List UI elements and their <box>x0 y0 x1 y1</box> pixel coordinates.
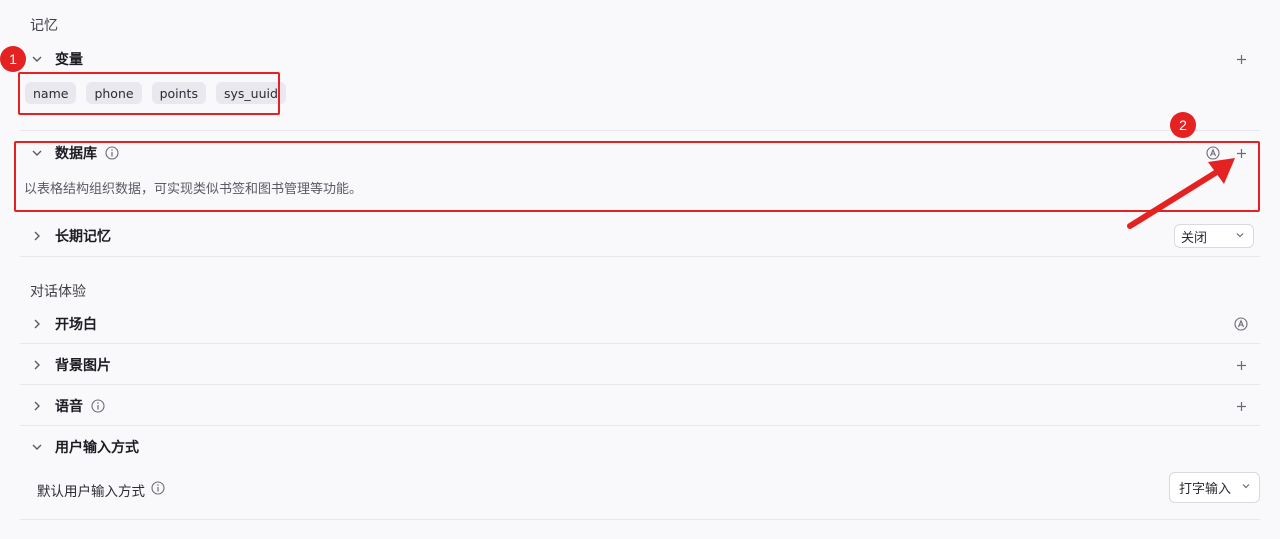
auto-icon[interactable] <box>1234 317 1248 331</box>
default-input-method-label: 默认用户输入方式 <box>37 484 145 500</box>
chevron-right-icon <box>29 357 45 373</box>
background-image-label: 背景图片 <box>55 358 111 374</box>
divider <box>20 425 1260 426</box>
opening-row[interactable]: 开场白 <box>20 304 1260 344</box>
annotation-badge-2: 2 <box>1170 112 1196 138</box>
info-icon[interactable] <box>151 481 165 499</box>
input-method-select-value: 打字输入 <box>1179 482 1232 497</box>
chevron-right-icon <box>29 316 45 332</box>
divider <box>20 384 1260 385</box>
chevron-right-icon <box>29 228 45 244</box>
user-input-label: 用户输入方式 <box>55 440 139 456</box>
divider <box>20 256 1260 257</box>
variables-label: 变量 <box>55 52 83 68</box>
divider <box>20 130 1260 131</box>
plus-icon[interactable] <box>1234 399 1248 413</box>
chevron-down-icon <box>29 439 45 455</box>
info-icon[interactable] <box>91 399 105 413</box>
dialog-section-title: 对话体验 <box>30 284 86 300</box>
chevron-down-icon <box>1235 229 1245 244</box>
memory-section-title: 记忆 <box>30 18 58 34</box>
plus-icon[interactable] <box>1234 358 1248 372</box>
highlight-box-variables <box>18 72 280 115</box>
input-method-select[interactable]: 打字输入 <box>1169 472 1260 503</box>
voice-row[interactable]: 语音 <box>20 386 1260 426</box>
default-input-method: 默认用户输入方式 <box>37 480 165 500</box>
user-input-row[interactable]: 用户输入方式 <box>20 427 1260 467</box>
divider <box>20 343 1260 344</box>
long-term-memory-select[interactable]: 关闭 <box>1174 224 1254 248</box>
opening-label: 开场白 <box>55 317 97 333</box>
background-image-row[interactable]: 背景图片 <box>20 345 1260 385</box>
long-term-memory-label: 长期记忆 <box>55 229 111 245</box>
chevron-right-icon <box>29 398 45 414</box>
long-term-memory-select-value: 关闭 <box>1181 230 1208 246</box>
plus-icon[interactable] <box>1234 52 1248 66</box>
chevron-down-icon <box>29 51 45 67</box>
divider <box>20 519 1260 520</box>
long-term-memory-row[interactable]: 长期记忆 关闭 <box>20 216 1260 256</box>
voice-label: 语音 <box>55 399 83 415</box>
annotation-badge-1: 1 <box>0 46 26 72</box>
chevron-down-icon <box>1241 480 1251 495</box>
highlight-box-database <box>14 141 1260 212</box>
